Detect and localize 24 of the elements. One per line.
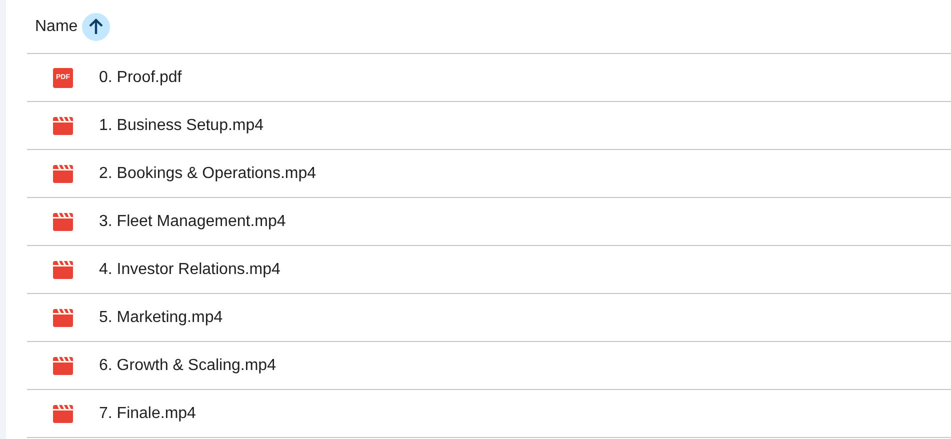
file-name: 2. Bookings & Operations.mp4: [99, 164, 316, 184]
video-icon: [53, 164, 73, 182]
file-name: 3. Fleet Management.mp4: [99, 212, 286, 232]
video-icon: [53, 308, 73, 326]
arrow-up-icon[interactable]: [82, 12, 110, 40]
column-header[interactable]: Name: [35, 14, 78, 38]
file-name: 0. Proof.pdf: [99, 68, 182, 88]
file-name: 1. Business Setup.mp4: [99, 116, 264, 136]
video-icon: [53, 404, 73, 422]
file-row[interactable]: 6. Growth & Scaling.mp4: [27, 342, 951, 390]
file-name: 4. Investor Relations.mp4: [99, 260, 280, 280]
file-name: 5. Marketing.mp4: [99, 308, 223, 328]
file-name: 7. Finale.mp4: [99, 404, 196, 424]
file-row[interactable]: 7. Finale.mp4: [27, 390, 951, 438]
file-row[interactable]: 5. Marketing.mp4: [27, 294, 951, 342]
file-row[interactable]: 3. Fleet Management.mp4: [27, 198, 951, 246]
file-row[interactable]: 2. Bookings & Operations.mp4: [27, 150, 951, 198]
file-name: 6. Growth & Scaling.mp4: [99, 356, 276, 376]
video-icon: [53, 116, 73, 134]
video-icon: [53, 260, 73, 278]
file-row[interactable]: 1. Business Setup.mp4: [27, 102, 951, 150]
file-row[interactable]: 4. Investor Relations.mp4: [27, 246, 951, 294]
video-icon: [53, 212, 73, 230]
video-icon: [53, 356, 73, 374]
